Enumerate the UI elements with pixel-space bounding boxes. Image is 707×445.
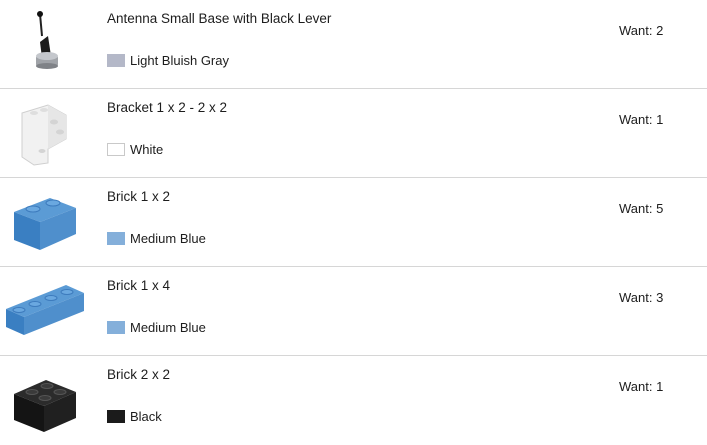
color-swatch [107,54,125,67]
want-quantity: Want: 3 [619,290,663,305]
part-name[interactable]: Brick 2 x 2 [107,367,170,382]
color-name: Medium Blue [130,320,206,335]
color-swatch [107,143,125,156]
part-row[interactable]: Brick 1 x 4 Medium Blue Want: 3 [0,267,707,356]
color-swatch [107,232,125,245]
part-name[interactable]: Brick 1 x 2 [107,189,170,204]
want-quantity: Want: 1 [619,112,663,127]
part-color: Medium Blue [107,320,206,335]
part-name[interactable]: Brick 1 x 4 [107,278,170,293]
part-row[interactable]: Brick 1 x 2 Medium Blue Want: 5 [0,178,707,267]
brick-2x2-icon[interactable] [4,362,84,438]
want-label: Want: [619,379,653,394]
want-qty: 5 [656,201,664,216]
want-quantity: Want: 5 [619,201,663,216]
part-row[interactable]: Bracket 1 x 2 - 2 x 2 White Want: 1 [0,89,707,178]
want-qty: 1 [656,112,664,127]
part-row[interactable]: Brick 2 x 2 Black Want: 1 [0,356,707,445]
part-color: Light Bluish Gray [107,53,229,68]
part-color: Medium Blue [107,231,206,246]
parts-list: Antenna Small Base with Black Lever Ligh… [0,0,707,445]
antenna-icon[interactable] [4,6,84,82]
want-quantity: Want: 1 [619,379,663,394]
want-label: Want: [619,290,653,305]
color-name: Light Bluish Gray [130,53,229,68]
part-color: Black [107,409,162,424]
part-name[interactable]: Bracket 1 x 2 - 2 x 2 [107,100,227,115]
bracket-icon[interactable] [4,95,84,171]
want-qty: 2 [656,23,664,38]
part-row[interactable]: Antenna Small Base with Black Lever Ligh… [0,0,707,89]
color-name: Black [130,409,162,424]
part-color: White [107,142,163,157]
color-swatch [107,410,125,423]
brick-1x4-icon[interactable] [4,273,84,349]
part-name[interactable]: Antenna Small Base with Black Lever [107,11,331,26]
want-qty: 3 [656,290,664,305]
want-quantity: Want: 2 [619,23,663,38]
color-swatch [107,321,125,334]
want-qty: 1 [656,379,664,394]
color-name: White [130,142,164,157]
want-label: Want: [619,23,653,38]
brick-1x2-icon[interactable] [4,184,84,260]
color-name: Medium Blue [130,231,206,246]
want-label: Want: [619,201,653,216]
want-label: Want: [619,112,653,127]
